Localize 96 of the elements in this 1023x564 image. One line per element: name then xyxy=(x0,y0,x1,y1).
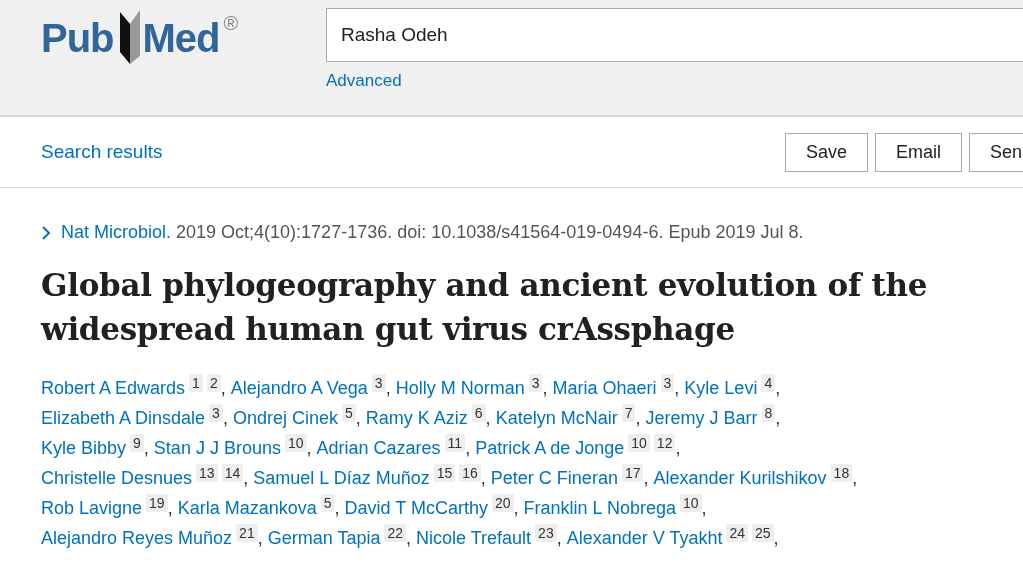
affiliation-link[interactable]: 3 xyxy=(660,374,675,392)
affiliation-link[interactable]: 5 xyxy=(320,494,335,512)
separator: , xyxy=(480,467,486,490)
search-results-link[interactable]: Search results xyxy=(41,141,163,162)
affiliation-link[interactable]: 23 xyxy=(535,524,557,542)
affiliation-link[interactable]: 18 xyxy=(830,464,853,482)
affiliation-link[interactable]: 5 xyxy=(341,404,356,422)
author-link[interactable]: Alexander V Tyakht xyxy=(566,523,723,553)
author-link[interactable]: Patrick A de Jonge xyxy=(475,433,625,463)
separator: , xyxy=(355,407,361,430)
affiliation-link[interactable]: 13 xyxy=(196,464,218,482)
separator: , xyxy=(556,527,562,550)
separator: , xyxy=(465,437,471,460)
separator: , xyxy=(257,527,263,550)
author-link[interactable]: Nicole Trefault xyxy=(416,523,532,553)
affiliation-link[interactable]: 3 xyxy=(528,374,543,392)
author-link[interactable]: Kyle Levi xyxy=(684,373,758,403)
separator: , xyxy=(222,407,228,430)
separator: , xyxy=(675,437,681,460)
logo-text[interactable]: Pub xyxy=(41,8,114,68)
author-link[interactable]: Adrian Cazares xyxy=(316,433,441,463)
author-link[interactable]: German Tapia xyxy=(267,523,381,553)
affiliation-link[interactable]: 12 xyxy=(653,434,676,452)
affiliation-link[interactable]: 22 xyxy=(384,524,406,542)
separator: , xyxy=(775,407,781,430)
author-link[interactable]: Samuel L Díaz Muñoz xyxy=(253,463,430,493)
affiliation-link[interactable]: 9 xyxy=(130,434,144,452)
separator: , xyxy=(385,377,391,400)
affiliation-link[interactable]: 10 xyxy=(628,434,650,452)
separator: , xyxy=(143,437,149,460)
separator: , xyxy=(643,467,649,490)
affiliation-link[interactable]: 10 xyxy=(679,494,702,512)
author-link[interactable]: Christelle Desnues xyxy=(41,463,193,493)
author-link[interactable]: Jeremy J Barr xyxy=(645,403,758,433)
author-link[interactable]: Elizabeth A Dinsdale xyxy=(41,403,206,433)
affiliation-link[interactable]: 7 xyxy=(621,404,636,422)
affiliation-link[interactable]: 19 xyxy=(146,494,168,512)
affiliation-link[interactable]: 2 xyxy=(206,374,221,392)
author-link[interactable]: Maria Ohaeri xyxy=(552,373,657,403)
article-title: Global phylogeography and ancient evolution of the widespread human gut virus crAssphage xyxy=(41,266,929,349)
separator: , xyxy=(513,497,519,520)
affiliation-link[interactable]: 24 xyxy=(726,524,749,542)
affiliation-link[interactable]: 21 xyxy=(236,524,258,542)
separator: , xyxy=(701,497,707,520)
separator: , xyxy=(852,467,858,490)
affiliation-link[interactable]: 14 xyxy=(221,464,244,482)
citation-text: Nat Microbiol. 2019 Oct;4(10):1727-1736. doi: 10.1038/s41564-019-0494-6. Epub 2019 Jul 8. xyxy=(61,222,804,243)
affiliation-link[interactable]: 8 xyxy=(761,404,776,422)
advanced-link[interactable]: Advanced xyxy=(326,71,402,91)
registered-mark: ® xyxy=(223,12,239,35)
logo-text[interactable]: Med xyxy=(142,8,220,68)
separator: , xyxy=(306,437,312,460)
author-link[interactable]: Ramy K Aziz xyxy=(365,403,468,433)
separator: , xyxy=(406,527,412,550)
author-link[interactable]: Holly M Norman xyxy=(395,373,525,403)
author-link[interactable]: Alexander Kurilshikov xyxy=(653,463,827,493)
author-link[interactable]: David T McCarthy xyxy=(344,493,488,523)
action-button[interactable]: Email xyxy=(874,132,962,172)
affiliation-link[interactable]: 3 xyxy=(209,404,223,422)
affiliation-link[interactable]: 25 xyxy=(752,524,774,542)
separator: , xyxy=(674,377,680,400)
author-link[interactable]: Karla Mazankova xyxy=(177,493,317,523)
affiliation-link[interactable]: 11 xyxy=(444,434,466,452)
separator: , xyxy=(220,377,226,400)
affiliation-link[interactable]: 4 xyxy=(761,374,776,392)
author-link[interactable]: Stan J J Brouns xyxy=(153,433,281,463)
search-field[interactable]: Rasha Odeh xyxy=(326,8,1023,62)
affiliation-link[interactable]: 17 xyxy=(621,464,644,482)
author-link[interactable]: Rob Lavigne xyxy=(41,493,143,523)
affiliation-link[interactable]: 10 xyxy=(284,434,307,452)
author-link[interactable]: Robert A Edwards xyxy=(41,373,186,403)
affiliation-link[interactable]: 20 xyxy=(491,494,514,512)
author-link[interactable]: Franklin L Nobrega xyxy=(523,493,676,523)
separator: , xyxy=(167,497,173,520)
separator: , xyxy=(243,467,249,490)
author-link[interactable]: Alejandro A Vega xyxy=(230,373,368,403)
separator: , xyxy=(542,377,548,400)
action-button[interactable]: Save xyxy=(784,132,868,172)
affiliation-link[interactable]: 16 xyxy=(459,464,481,482)
author-link[interactable]: Alejandro Reyes Muñoz xyxy=(41,523,233,553)
separator: , xyxy=(775,377,781,400)
separator: , xyxy=(485,407,491,430)
journal-link[interactable]: Nat Microbiol. xyxy=(61,222,172,242)
affiliation-link[interactable]: 6 xyxy=(471,404,486,422)
author-link[interactable]: Kyle Bibby xyxy=(41,433,127,463)
author-link[interactable]: Peter C Fineran xyxy=(490,463,618,493)
author-link[interactable]: Katelyn McNair xyxy=(495,403,618,433)
separator: , xyxy=(773,527,779,550)
affiliation-link[interactable]: 15 xyxy=(433,464,456,482)
separator: , xyxy=(635,407,641,430)
affiliation-link[interactable]: 1 xyxy=(189,374,203,392)
action-button[interactable]: Sen xyxy=(968,132,1023,172)
affiliation-link[interactable]: 3 xyxy=(371,374,386,392)
chevron-right-icon xyxy=(41,225,51,240)
author-link[interactable]: Ondrej Cinek xyxy=(232,403,338,433)
separator: , xyxy=(334,497,340,520)
